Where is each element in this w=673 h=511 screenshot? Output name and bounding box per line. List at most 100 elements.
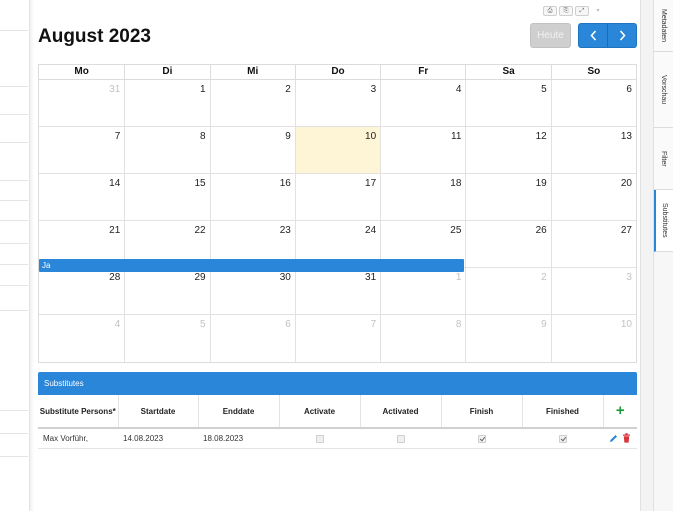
- dropdown-icon[interactable]: ▾: [591, 6, 605, 16]
- tab-metadaten[interactable]: Metadaten: [654, 0, 673, 52]
- startdate-cell: 14.08.2023: [118, 428, 198, 449]
- calendar-day[interactable]: 7: [39, 127, 125, 174]
- calendar-day[interactable]: 17: [294, 174, 381, 221]
- edit-icon[interactable]: [609, 434, 618, 443]
- calendar-day[interactable]: 26: [465, 221, 551, 268]
- person-cell: Max Vorführ,: [38, 428, 118, 449]
- day-number: 9: [541, 319, 547, 330]
- day-number: 18: [450, 178, 462, 189]
- tab-filter[interactable]: Filter: [654, 128, 673, 190]
- weekday-label: Mo: [74, 66, 89, 77]
- calendar-day[interactable]: 19: [465, 174, 551, 221]
- day-number: 24: [365, 225, 377, 236]
- day-number: 12: [535, 131, 547, 142]
- left-panel: [0, 0, 30, 511]
- substitutes-table: Substitute Persons* Startdate Enddate Ac…: [38, 395, 637, 449]
- day-number: 23: [279, 225, 291, 236]
- day-number: 2: [541, 272, 547, 283]
- day-number: 26: [535, 225, 547, 236]
- month-title: August 2023: [38, 26, 151, 47]
- calendar-day[interactable]: 7: [294, 315, 380, 362]
- day-number: 31: [109, 84, 121, 95]
- day-number: 10: [620, 319, 632, 330]
- calendar-day[interactable]: 6: [550, 80, 636, 127]
- today-button[interactable]: Heute: [530, 23, 571, 48]
- calendar-grid: 31 1 2 3 4 5 6 7 8 9 10 11 12 13 14 15 16 17 18 19 20 21 22 23 2…: [39, 80, 636, 362]
- calendar-day[interactable]: 8: [124, 127, 210, 174]
- calendar-day[interactable]: 1: [380, 268, 466, 315]
- next-month-button[interactable]: [607, 24, 636, 47]
- calendar-day[interactable]: 27: [550, 221, 636, 268]
- calendar-day[interactable]: 20: [550, 174, 636, 221]
- day-number: 4: [455, 84, 462, 95]
- calendar-day[interactable]: 2: [465, 268, 551, 315]
- calendar-day[interactable]: 3: [294, 80, 381, 127]
- trash-icon[interactable]: [622, 433, 631, 443]
- calendar-day[interactable]: 31: [294, 268, 381, 315]
- print-icon[interactable]: ⎙: [543, 6, 557, 16]
- day-number: 6: [626, 84, 632, 95]
- chevron-left-icon: [589, 30, 596, 41]
- calendar-day[interactable]: 30: [209, 268, 295, 315]
- finish-checkbox[interactable]: [477, 434, 486, 443]
- add-substitute-button[interactable]: +: [603, 395, 637, 429]
- expand-icon[interactable]: ⤢: [575, 6, 589, 16]
- side-tab-bar: Metadaten Vorschau Filter Substitutes: [653, 0, 673, 511]
- activate-checkbox[interactable]: [315, 434, 324, 443]
- calendar-day[interactable]: 29: [124, 268, 210, 315]
- weekday-label: Do: [294, 65, 380, 79]
- weekday-label: Di: [124, 65, 209, 79]
- activated-checkbox[interactable]: [396, 434, 405, 443]
- calendar-day[interactable]: 3: [550, 268, 636, 315]
- plus-icon: +: [615, 402, 625, 419]
- calendar-day[interactable]: 16: [209, 174, 295, 221]
- tab-substitutes[interactable]: Substitutes: [654, 190, 673, 252]
- calendar-day[interactable]: 9: [465, 315, 550, 362]
- calendar-day[interactable]: 8: [380, 315, 465, 362]
- weekday-label: Mi: [209, 65, 295, 79]
- day-number: 17: [365, 178, 377, 189]
- calendar-day[interactable]: 15: [124, 174, 210, 221]
- app-root: ⎙ ⎘ ⤢ ▾ August 2023 Heute Mo Di Mi Do Fr Sa So…: [0, 0, 673, 511]
- copy-icon[interactable]: ⎘: [559, 6, 573, 16]
- tab-vorschau[interactable]: Vorschau: [654, 52, 673, 128]
- day-number: 25: [450, 225, 462, 236]
- calendar-day[interactable]: 18: [380, 174, 466, 221]
- day-number: 9: [285, 131, 291, 142]
- calendar-day[interactable]: 13: [550, 127, 636, 174]
- calendar-day[interactable]: 31: [39, 80, 125, 127]
- calendar-day[interactable]: 9: [209, 127, 295, 174]
- calendar-day[interactable]: 12: [465, 127, 551, 174]
- calendar-day[interactable]: 11: [380, 127, 466, 174]
- calendar-day[interactable]: 10: [550, 315, 636, 362]
- calendar-day[interactable]: 14: [39, 174, 125, 221]
- day-number: 3: [370, 84, 377, 95]
- day-number: 5: [541, 84, 547, 95]
- window-toolbar: ⎙ ⎘ ⤢ ▾: [543, 6, 605, 16]
- calendar-day-today[interactable]: 10: [294, 127, 381, 174]
- weekday-label: Fr: [380, 65, 465, 79]
- calendar-day[interactable]: 5: [465, 80, 551, 127]
- column-header: Startdate: [118, 395, 199, 429]
- day-number: 2: [285, 84, 291, 95]
- chevron-right-icon: [619, 30, 626, 41]
- calendar-day[interactable]: 2: [209, 80, 295, 127]
- vertical-scrollbar[interactable]: [640, 0, 653, 511]
- calendar-day[interactable]: 6: [209, 315, 295, 362]
- month-navigation: [578, 23, 637, 48]
- weekday-label: So: [550, 65, 636, 79]
- calendar-day[interactable]: 4: [39, 315, 124, 362]
- calendar-day[interactable]: 1: [124, 80, 210, 127]
- day-number: 10: [365, 131, 377, 142]
- day-number: 11: [451, 131, 462, 142]
- previous-month-button[interactable]: [579, 24, 607, 47]
- month-calendar: Mo Di Mi Do Fr Sa So 31 1 2 3 4 5 6 7 8 9 10 11 12 13 14 15 16…: [38, 64, 637, 363]
- finished-checkbox[interactable]: [558, 434, 567, 443]
- calendar-day[interactable]: 28: [39, 268, 125, 315]
- day-number: 7: [370, 319, 377, 330]
- day-number: 13: [620, 131, 632, 142]
- day-number: 1: [200, 84, 206, 95]
- calendar-day[interactable]: 4: [380, 80, 466, 127]
- calendar-day[interactable]: 5: [124, 315, 209, 362]
- calendar-event[interactable]: Ja: [39, 259, 464, 272]
